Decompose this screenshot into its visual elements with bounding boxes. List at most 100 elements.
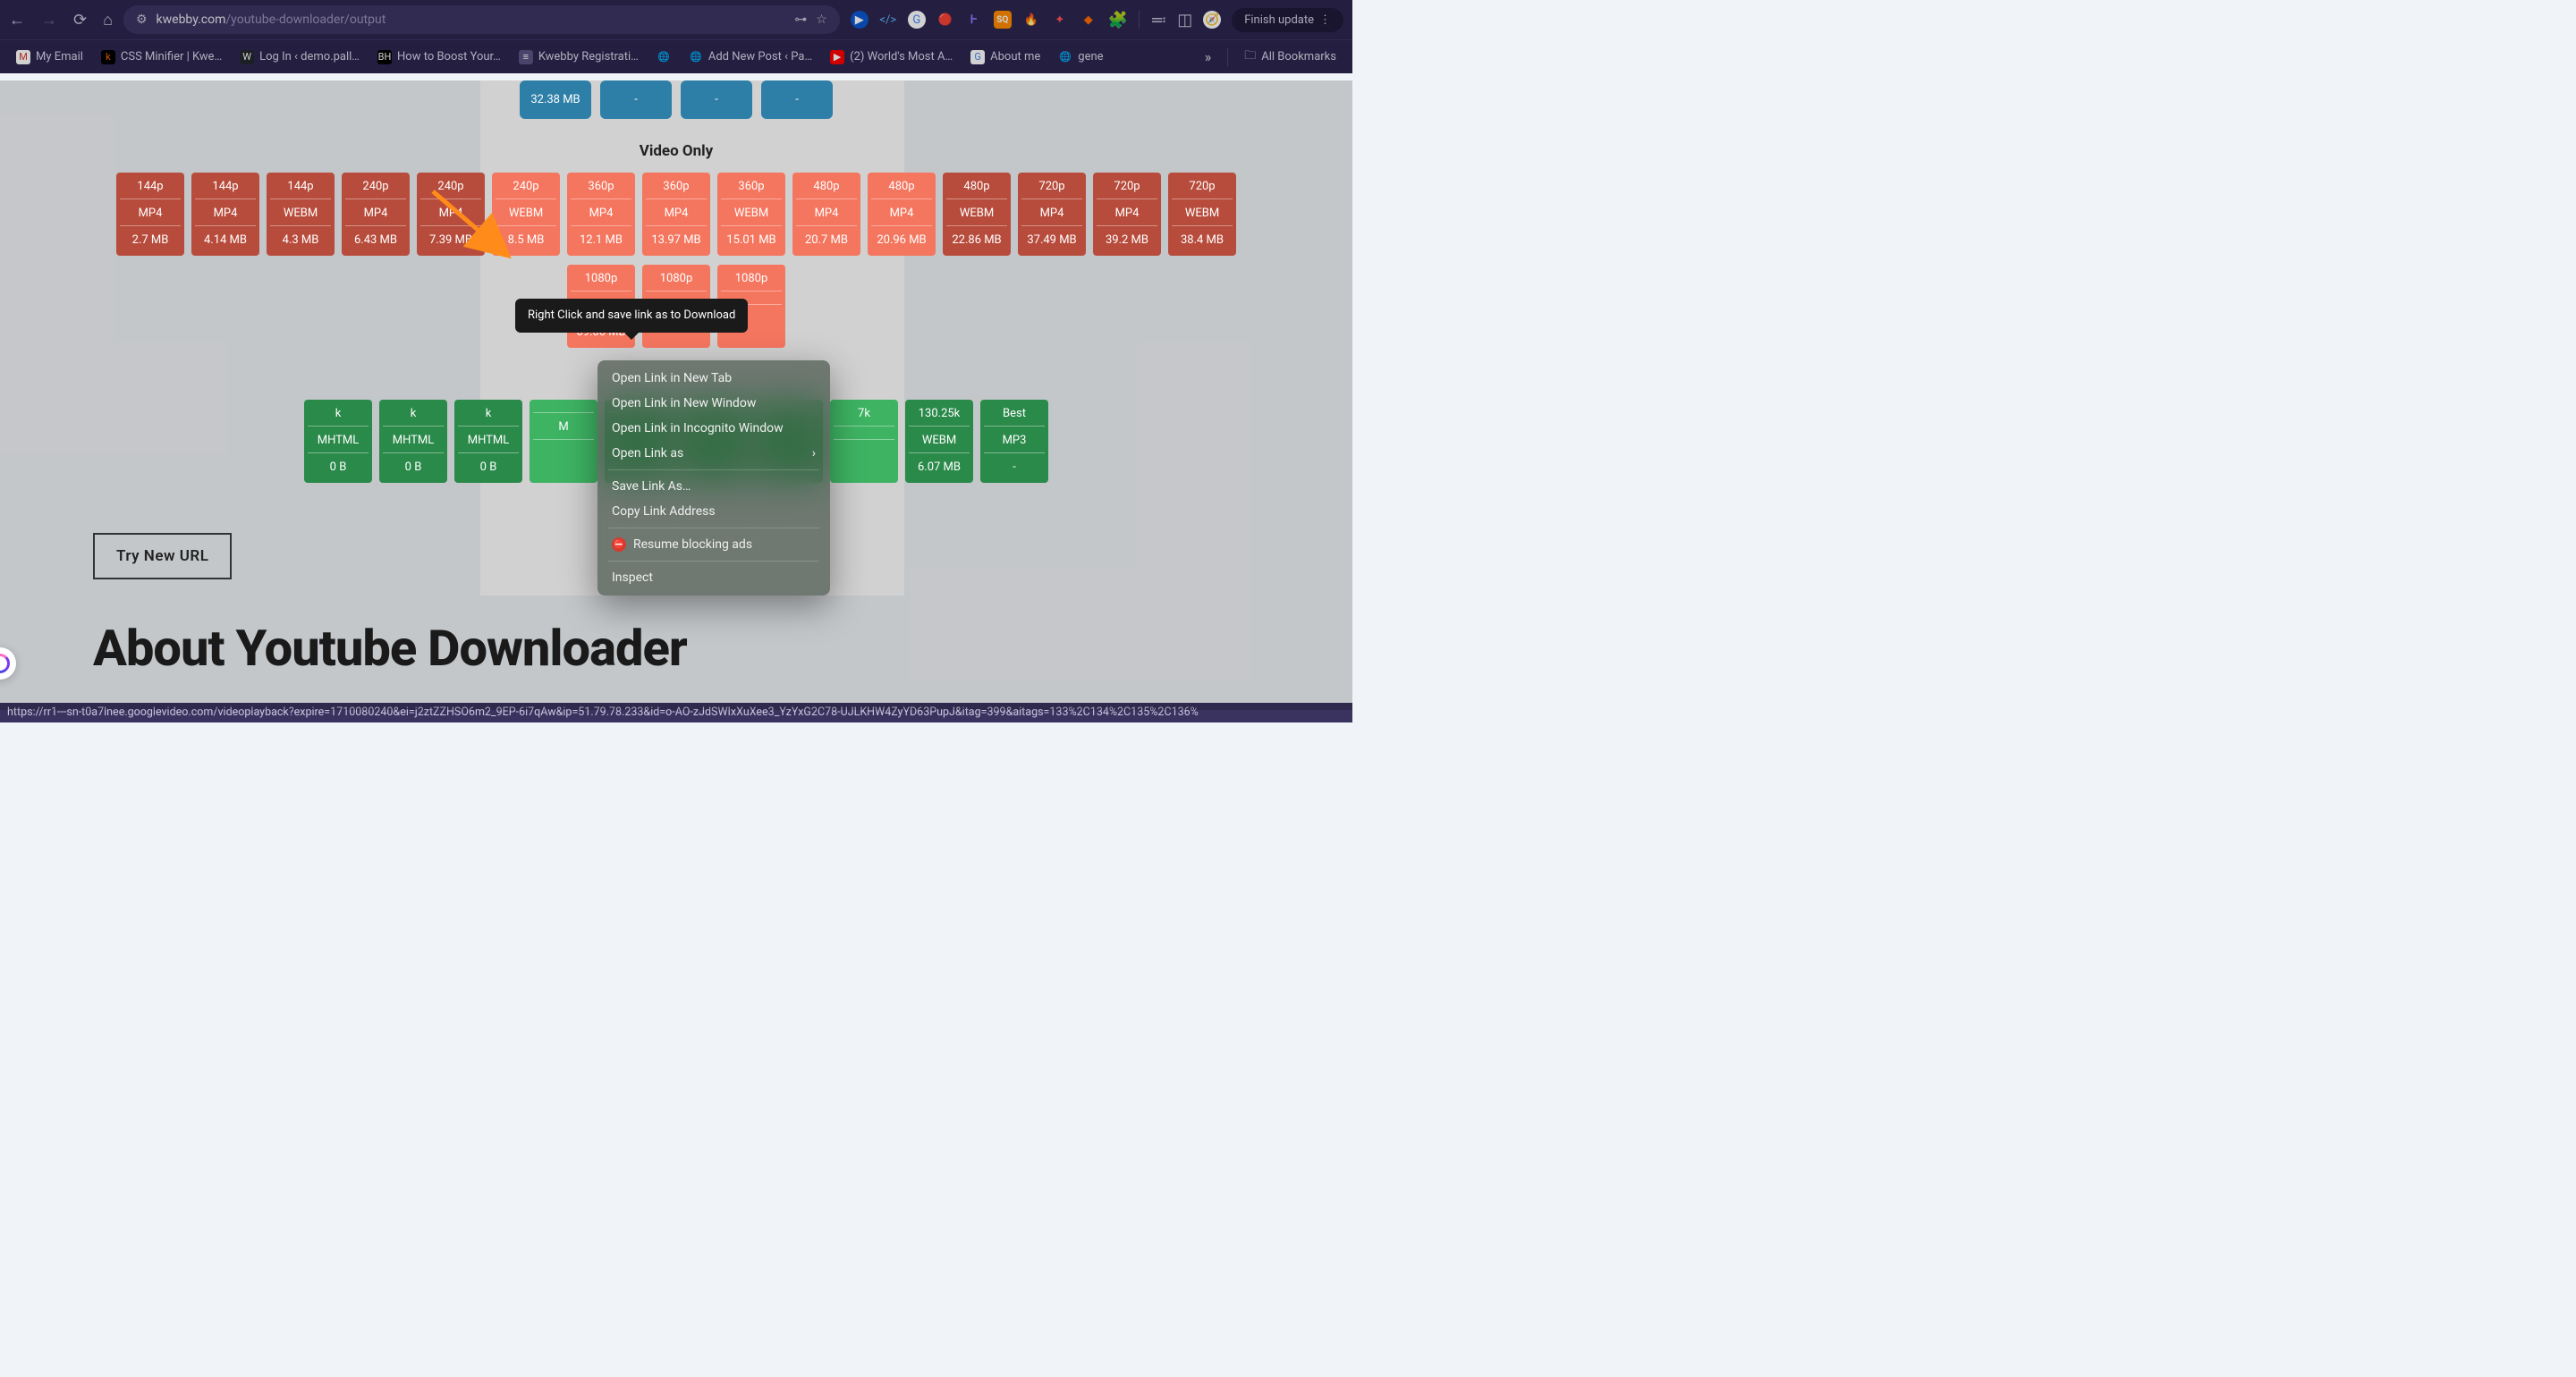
card-format: WEBM bbox=[721, 199, 782, 226]
bookmark-item[interactable]: kCSS Minifier | Kwe… bbox=[94, 46, 229, 68]
extension-icon-5[interactable]: Ͱ bbox=[965, 11, 983, 29]
card-format: MHTML bbox=[308, 427, 369, 453]
download-card[interactable]: 480pMP420.96 MB bbox=[868, 173, 936, 256]
context-menu-item[interactable]: Open Link in New Tab bbox=[597, 366, 830, 391]
download-card[interactable]: 720pWEBM38.4 MB bbox=[1168, 173, 1236, 256]
card-size: 2.7 MB bbox=[120, 226, 181, 247]
about-heading: About Youtube Downloader bbox=[93, 619, 1352, 678]
download-card[interactable]: 144pMP42.7 MB bbox=[116, 173, 184, 256]
download-card-blue[interactable]: - bbox=[600, 80, 672, 119]
card-size: 6.43 MB bbox=[345, 226, 406, 247]
bookmark-item[interactable]: WLog In ‹ demo.pall… bbox=[233, 46, 367, 68]
bookmark-item[interactable]: MMy Email bbox=[9, 46, 90, 68]
download-card[interactable]: kMHTML0 B bbox=[379, 400, 447, 483]
card-resolution: 720p bbox=[1021, 180, 1082, 199]
download-card[interactable]: 360pWEBM15.01 MB bbox=[717, 173, 785, 256]
bookmark-label: CSS Minifier | Kwe… bbox=[121, 50, 222, 63]
chat-widget-button[interactable] bbox=[0, 647, 16, 680]
card-resolution: k bbox=[458, 407, 519, 427]
download-card[interactable]: M bbox=[530, 400, 597, 483]
extensions-puzzle-icon[interactable]: 🧩 bbox=[1108, 11, 1128, 30]
download-card[interactable]: 720pMP437.49 MB bbox=[1018, 173, 1086, 256]
context-menu-item[interactable]: Open Link in Incognito Window bbox=[597, 416, 830, 441]
download-card-blue[interactable]: 32.38 MB bbox=[520, 80, 591, 119]
extension-icon-1[interactable]: ▶ bbox=[851, 11, 869, 29]
card-resolution: k bbox=[383, 407, 444, 427]
bookmark-label: (2) World's Most A… bbox=[850, 50, 953, 63]
download-card-blue[interactable]: - bbox=[761, 80, 833, 119]
bookmark-favicon: BH bbox=[377, 50, 392, 64]
home-icon[interactable]: ⌂ bbox=[103, 11, 113, 30]
bookmark-overflow-icon[interactable]: » bbox=[1198, 45, 1219, 69]
extension-icon-9[interactable]: ◆ bbox=[1080, 11, 1097, 29]
download-card[interactable]: kMHTML0 B bbox=[304, 400, 372, 483]
context-menu-label: Copy Link Address bbox=[612, 504, 716, 519]
card-size: 4.14 MB bbox=[195, 226, 256, 247]
bookmark-label: Kwebby Registrati… bbox=[538, 50, 639, 63]
download-card[interactable]: 360pMP413.97 MB bbox=[642, 173, 710, 256]
bookmark-item[interactable]: 🌐Add New Post ‹ Pa… bbox=[682, 46, 819, 68]
bookmark-item[interactable]: ≡Kwebby Registrati… bbox=[512, 46, 646, 68]
extension-icon-3[interactable]: G bbox=[908, 11, 926, 29]
card-size: 20.7 MB bbox=[796, 226, 857, 247]
context-menu-item[interactable]: Open Link as› bbox=[597, 441, 830, 466]
omnibox[interactable]: ⚙ kwebby.com/youtube-downloader/output ⊶… bbox=[123, 5, 840, 34]
context-menu-label: Inspect bbox=[612, 570, 653, 585]
extension-icon-2[interactable]: </> bbox=[879, 11, 897, 29]
profile-avatar[interactable]: 🧭 bbox=[1203, 11, 1221, 29]
ublock-icon: ⛔ bbox=[612, 537, 626, 552]
context-menu-item[interactable]: Inspect bbox=[597, 565, 830, 590]
card-format: MP4 bbox=[195, 199, 256, 226]
password-key-icon[interactable]: ⊶ bbox=[794, 13, 807, 27]
card-size: 0 B bbox=[383, 453, 444, 474]
download-card[interactable]: 130.25kWEBM6.07 MB bbox=[905, 400, 973, 483]
card-resolution: k bbox=[308, 407, 369, 427]
extension-icon-4[interactable]: 🔴 bbox=[936, 11, 954, 29]
download-card[interactable]: 480pWEBM22.86 MB bbox=[943, 173, 1011, 256]
card-format: WEBM bbox=[1172, 199, 1233, 226]
try-new-url-button[interactable]: Try New URL bbox=[93, 533, 232, 579]
extension-icon-8[interactable]: ✦ bbox=[1051, 11, 1069, 29]
download-card[interactable]: 144pWEBM4.3 MB bbox=[267, 173, 335, 256]
extension-icon-7[interactable]: 🔥 bbox=[1022, 11, 1040, 29]
card-format: MP4 bbox=[646, 199, 707, 226]
card-resolution: 480p bbox=[946, 180, 1007, 199]
bookmark-label: How to Boost Your… bbox=[397, 50, 501, 63]
playlist-icon[interactable]: ≕ bbox=[1150, 11, 1166, 30]
sidepanel-icon[interactable]: ◫ bbox=[1177, 11, 1192, 30]
download-card[interactable]: 240pMP46.43 MB bbox=[342, 173, 410, 256]
bookmark-label: About me bbox=[990, 50, 1040, 63]
download-card[interactable]: 720pMP439.2 MB bbox=[1093, 173, 1161, 256]
bookmark-star-icon[interactable]: ☆ bbox=[816, 13, 827, 27]
context-menu-item[interactable]: Open Link in New Window bbox=[597, 391, 830, 416]
download-card[interactable]: kMHTML0 B bbox=[454, 400, 522, 483]
download-card[interactable]: 360pMP412.1 MB bbox=[567, 173, 635, 256]
card-resolution: 7k bbox=[834, 407, 894, 427]
download-card[interactable]: BestMP3- bbox=[980, 400, 1048, 483]
bookmark-label: My Email bbox=[36, 50, 83, 63]
site-settings-icon[interactable]: ⚙ bbox=[136, 13, 148, 27]
extension-icon-6[interactable]: SQ bbox=[994, 11, 1012, 29]
card-resolution: 720p bbox=[1172, 180, 1233, 199]
bookmark-item[interactable]: GAbout me bbox=[963, 46, 1047, 68]
download-card[interactable]: 480pMP420.7 MB bbox=[792, 173, 860, 256]
card-size: 0 B bbox=[458, 453, 519, 474]
all-bookmarks-button[interactable]: 🗀All Bookmarks bbox=[1237, 44, 1343, 71]
download-card[interactable]: 144pMP44.14 MB bbox=[191, 173, 259, 256]
folder-icon: 🗀 bbox=[1244, 47, 1256, 67]
bookmark-item[interactable]: ▶(2) World's Most A… bbox=[823, 46, 960, 68]
context-menu-item[interactable]: Copy Link Address bbox=[597, 499, 830, 524]
card-resolution: 1080p bbox=[646, 272, 707, 291]
back-icon[interactable]: ← bbox=[9, 11, 25, 30]
bookmark-item[interactable]: BH How to Boost Your… bbox=[370, 46, 508, 68]
finish-update-button[interactable]: Finish update⋮ bbox=[1232, 8, 1343, 32]
download-card[interactable]: 7k bbox=[830, 400, 898, 483]
bookmark-item[interactable]: 🌐 bbox=[649, 46, 678, 68]
download-card-blue[interactable]: - bbox=[681, 80, 752, 119]
context-menu-item[interactable]: ⛔Resume blocking ads bbox=[597, 532, 830, 557]
context-menu-item[interactable]: Save Link As… bbox=[597, 474, 830, 499]
reload-icon[interactable]: ⟳ bbox=[73, 11, 87, 30]
bookmark-item[interactable]: 🌐gene bbox=[1051, 46, 1110, 68]
forward-icon[interactable]: → bbox=[41, 11, 57, 30]
card-resolution: 480p bbox=[796, 180, 857, 199]
